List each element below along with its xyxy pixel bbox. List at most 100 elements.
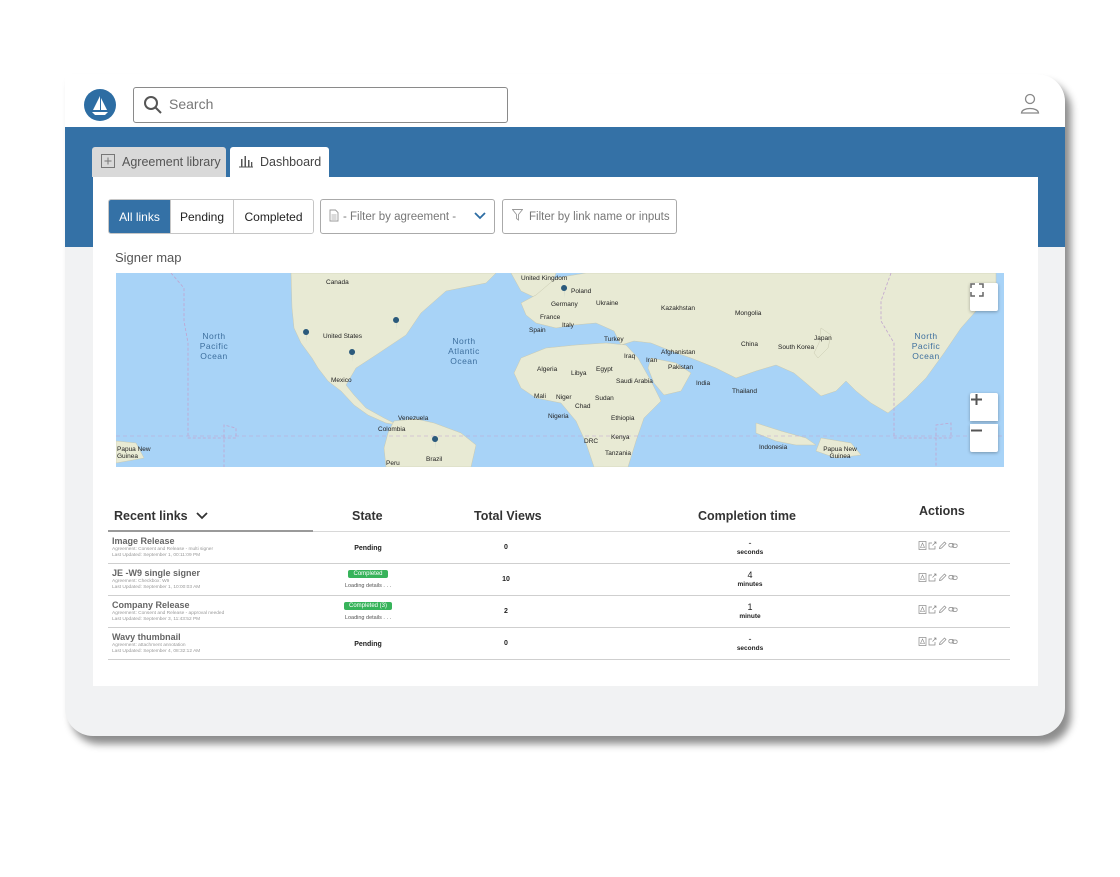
country-label: Mexico	[331, 377, 352, 384]
pdf-icon[interactable]	[918, 633, 927, 651]
signer-map[interactable]: Canada United States Mexico Venezuela Co…	[116, 273, 1004, 467]
link-icon[interactable]	[948, 537, 958, 555]
completed-badge[interactable]: Completed (3)	[343, 602, 392, 610]
segment-pending[interactable]: Pending	[171, 200, 234, 233]
row-actions	[918, 601, 958, 619]
country-label: Canada	[326, 279, 349, 286]
fullscreen-button[interactable]	[970, 283, 998, 311]
open-external-icon[interactable]	[928, 601, 937, 619]
ocean-label: North Atlantic Ocean	[448, 336, 480, 366]
country-label: Italy	[562, 322, 574, 329]
link-icon[interactable]	[948, 601, 958, 619]
completion-time-header: Completion time	[698, 509, 796, 523]
link-agreement: Agreement: Checkbox: W9	[112, 579, 170, 584]
filter-funnel-icon	[511, 209, 524, 224]
country-label: Mali	[534, 393, 546, 400]
tab-dashboard[interactable]: Dashboard	[230, 147, 329, 177]
country-label: Japan	[814, 335, 832, 342]
open-external-icon[interactable]	[928, 633, 937, 651]
search-box[interactable]	[133, 87, 508, 123]
agreement-filter-dropdown[interactable]: - Filter by agreement -	[320, 199, 495, 234]
link-agreement: Agreement: Consent and Release - approva…	[112, 611, 225, 616]
country-label: United States	[323, 333, 363, 340]
table-row[interactable]: Wavy thumbnail Agreement: attachment ann…	[108, 628, 1010, 660]
country-label: Nigeria	[548, 413, 569, 420]
bar-chart-icon	[238, 154, 254, 171]
tab-label: Dashboard	[260, 155, 322, 169]
edit-icon[interactable]	[938, 537, 947, 555]
segment-all-links[interactable]: All links	[109, 200, 171, 233]
completed-badge[interactable]: Completed	[348, 570, 388, 578]
country-label: Indonesia	[759, 444, 788, 451]
country-label: China	[741, 341, 758, 348]
link-name[interactable]: Wavy thumbnail	[112, 632, 181, 642]
state-cell: Completed (3)	[318, 602, 418, 610]
tab-agreement-library[interactable]: Agreement library	[92, 147, 226, 177]
completion-value: -	[748, 538, 752, 548]
zoom-in-button[interactable]	[970, 393, 998, 421]
document-icon	[329, 209, 339, 225]
open-external-icon[interactable]	[928, 569, 937, 587]
table-row[interactable]: Image Release Agreement: Consent and Rel…	[108, 532, 1010, 564]
edit-icon[interactable]	[938, 601, 947, 619]
country-label: Spain	[529, 327, 546, 334]
country-label: Ukraine	[596, 300, 619, 307]
open-external-icon[interactable]	[928, 537, 937, 555]
table-row[interactable]: Company Release Agreement: Consent and R…	[108, 596, 1010, 628]
top-bar	[65, 74, 1065, 127]
link-filter-input[interactable]: Filter by link name or inputs	[502, 199, 677, 234]
loading-details-text: Loading details . . .	[344, 583, 392, 589]
sailboat-logo-icon[interactable]	[84, 89, 116, 121]
views-count: 10	[502, 576, 510, 583]
row-actions	[918, 569, 958, 587]
link-name[interactable]: Image Release	[112, 536, 175, 546]
pdf-icon[interactable]	[918, 569, 927, 587]
link-name[interactable]: Company Release	[112, 600, 190, 610]
pdf-icon[interactable]	[918, 537, 927, 555]
country-label: India	[696, 380, 711, 387]
country-label: Peru	[386, 460, 400, 467]
country-label: Ethiopia	[611, 415, 635, 422]
completion-unit: minute	[739, 613, 761, 620]
country-label: DRC	[584, 438, 599, 445]
country-label: Pakistan	[668, 364, 693, 371]
country-label: Kenya	[611, 434, 630, 441]
country-label: Sudan	[595, 395, 614, 402]
search-input[interactable]	[169, 96, 489, 112]
user-icon[interactable]	[1019, 92, 1041, 119]
segment-completed[interactable]: Completed	[234, 200, 313, 233]
country-label: Egypt	[596, 366, 613, 373]
actions-header: Actions	[919, 504, 965, 518]
views-count: 0	[504, 544, 508, 551]
link-updated: Last Updated: September 4, 08:32:12 AM	[112, 649, 201, 654]
add-document-icon	[100, 153, 116, 172]
pdf-icon[interactable]	[918, 601, 927, 619]
total-views-header: Total Views	[474, 509, 542, 523]
row-actions	[918, 537, 958, 555]
app-window: Agreement library Dashboard All links Pe…	[65, 74, 1065, 736]
link-name[interactable]: JE -W9 single signer	[112, 568, 200, 578]
state-header: State	[352, 509, 383, 523]
link-updated: Last Updated: September 1, 10:00:03 AM	[112, 585, 201, 590]
country-label: Brazil	[426, 456, 443, 463]
country-label: Mongolia	[735, 310, 762, 317]
recent-links-sort-header[interactable]: Recent links	[114, 509, 208, 523]
zoom-out-button[interactable]	[970, 424, 998, 452]
edit-icon[interactable]	[938, 633, 947, 651]
edit-icon[interactable]	[938, 569, 947, 587]
country-label: Chad	[575, 403, 591, 410]
dashboard-panel: All links Pending Completed - Filter by …	[93, 177, 1038, 686]
link-icon[interactable]	[948, 569, 958, 587]
completion-value: 1	[747, 602, 753, 612]
views-count: 2	[504, 608, 508, 615]
completion-unit: seconds	[736, 549, 764, 556]
country-label: South Korea	[778, 344, 815, 351]
state-cell: Completed	[318, 570, 418, 578]
link-icon[interactable]	[948, 633, 958, 651]
map-title: Signer map	[115, 250, 182, 265]
table-row[interactable]: JE -W9 single signer Agreement: Checkbox…	[108, 564, 1010, 596]
completion-value: 4	[747, 570, 753, 580]
country-label: France	[540, 314, 561, 321]
country-label: Saudi Arabia	[616, 378, 653, 385]
country-label: Iran	[646, 357, 658, 364]
